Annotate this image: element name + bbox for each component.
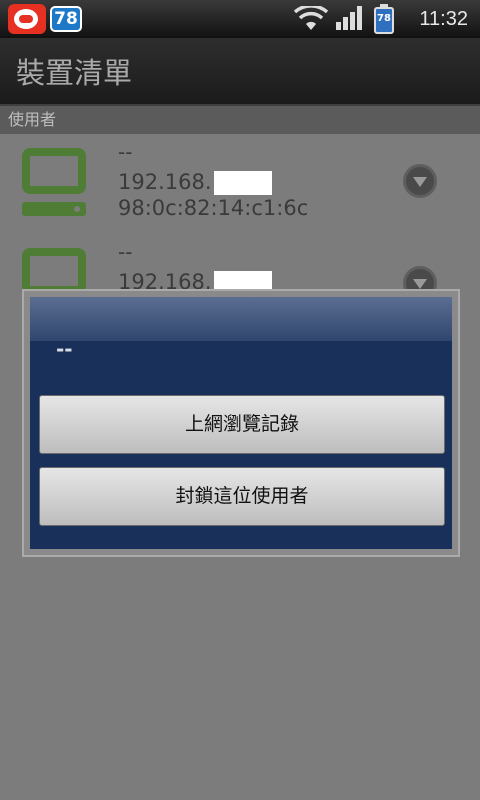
device-options-button[interactable] bbox=[403, 164, 437, 198]
block-user-button[interactable]: 封鎖這位使用者 bbox=[39, 467, 445, 526]
device-mac: 98:0c:82:14:c1:6c bbox=[118, 196, 309, 220]
battery-icon: 78 bbox=[374, 4, 394, 34]
browsing-history-button[interactable]: 上網瀏覽記錄 bbox=[39, 395, 445, 454]
device-name: -- bbox=[118, 140, 133, 164]
redacted-block bbox=[213, 171, 272, 195]
notification-badge: 78 bbox=[50, 6, 82, 32]
status-bar: 78 78 11:32 bbox=[0, 0, 480, 38]
app-logo-icon bbox=[8, 4, 46, 34]
title-bar: 裝置清單 bbox=[0, 38, 480, 106]
dialog-body: -- 上網瀏覽記錄 封鎖這位使用者 bbox=[30, 297, 452, 549]
dialog-header bbox=[30, 297, 452, 341]
clock: 11:32 bbox=[419, 8, 468, 30]
device-ip: 192.168. bbox=[118, 170, 272, 195]
wifi-icon bbox=[294, 6, 328, 30]
device-ip-prefix: 192.168. bbox=[118, 170, 212, 194]
computer-icon bbox=[22, 148, 86, 220]
dialog-title: -- bbox=[56, 337, 73, 361]
signal-strength-icon bbox=[336, 6, 362, 30]
section-header: 使用者 bbox=[0, 106, 480, 134]
list-item[interactable]: -- 192.168. 98:0c:82:14:c1:6c bbox=[0, 134, 480, 234]
device-name: -- bbox=[118, 240, 133, 264]
battery-level: 78 bbox=[377, 13, 391, 24]
context-menu-dialog: -- 上網瀏覽記錄 封鎖這位使用者 bbox=[22, 289, 460, 557]
page-title: 裝置清單 bbox=[16, 56, 133, 90]
